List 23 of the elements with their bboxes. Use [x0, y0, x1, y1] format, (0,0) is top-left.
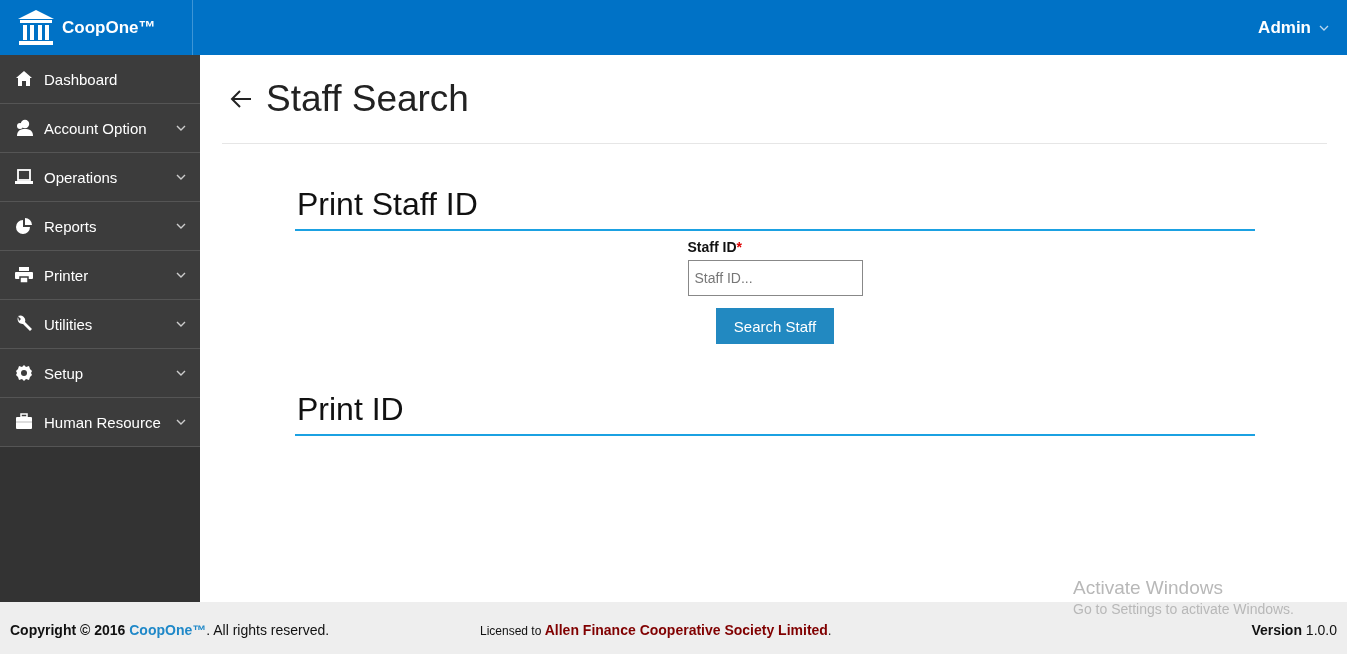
section-heading: Print Staff ID — [295, 144, 1255, 231]
back-button[interactable] — [230, 89, 252, 109]
bank-logo-icon — [17, 9, 55, 46]
copyright-text: Copyright © 2016 CoopOne™. All rights reserved. — [10, 622, 331, 638]
version-text: Version 1.0.0 — [1251, 622, 1337, 638]
search-staff-button[interactable]: Search Staff — [716, 308, 834, 344]
license-text: Licensed to Allen Finance Cooperative Society Limited. — [480, 622, 833, 638]
back-arrow-icon — [230, 89, 252, 109]
field-label: Staff ID* — [687, 239, 743, 255]
printer-icon — [14, 266, 34, 284]
page-title: Staff Search — [266, 78, 469, 120]
user-icon — [14, 119, 34, 137]
section-heading: Print ID — [295, 349, 1255, 436]
brand-link[interactable]: CoopOne™ — [62, 17, 156, 38]
staff-id-field[interactable]: Staff ID... — [687, 260, 863, 296]
laptop-icon — [14, 168, 34, 186]
pie-chart-icon — [14, 217, 34, 235]
chevron-down-icon — [1319, 24, 1329, 31]
user-menu-button[interactable]: Admin — [1258, 0, 1329, 55]
gear-icon — [14, 364, 34, 382]
activation-title: Activate Windows — [1073, 577, 1224, 599]
home-icon — [14, 70, 34, 88]
briefcase-icon — [14, 413, 34, 431]
